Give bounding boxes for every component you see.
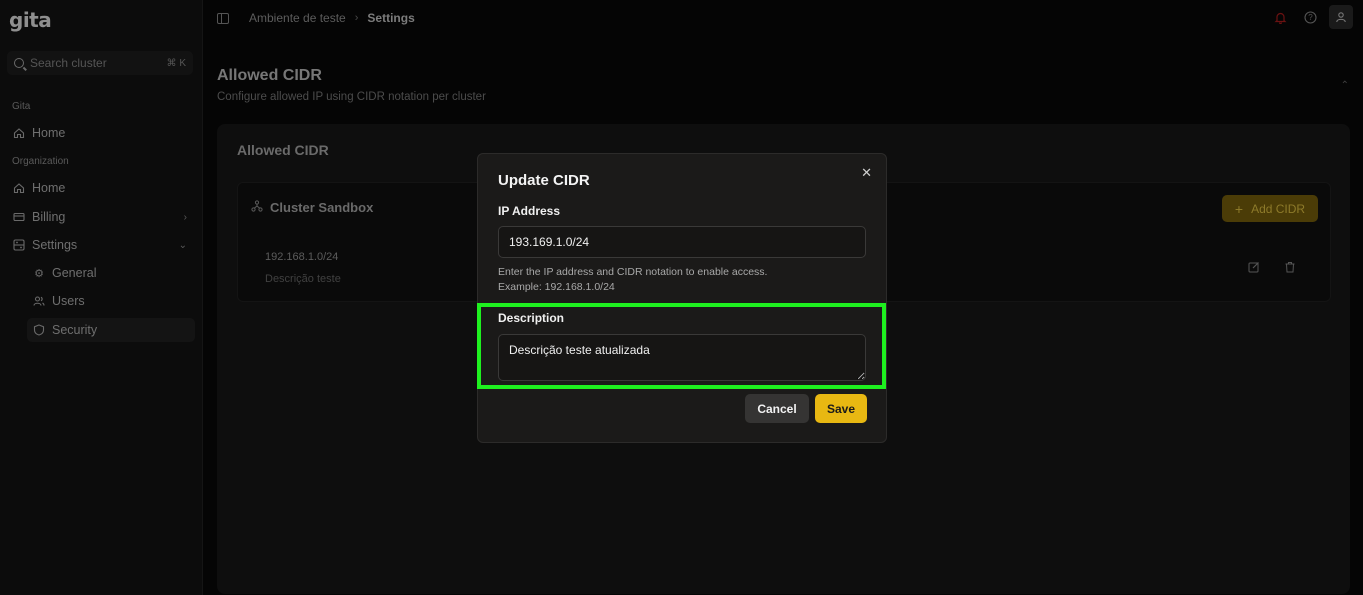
help-icon[interactable]: ?: [1299, 5, 1321, 29]
update-cidr-dialog: Update CIDR ✕ IP Address Enter the IP ad…: [477, 153, 887, 443]
ip-help-text: Enter the IP address and CIDR notation t…: [498, 266, 768, 278]
trash-icon[interactable]: [1284, 261, 1296, 276]
edit-icon[interactable]: [1248, 261, 1260, 276]
ip-address-label: IP Address: [498, 204, 561, 218]
save-button[interactable]: Save: [815, 394, 867, 423]
billing-icon: [13, 211, 25, 223]
logo: gita: [9, 8, 52, 32]
breadcrumb-separator: ›: [354, 12, 359, 24]
chevron-up-icon[interactable]: ⌃: [1341, 80, 1349, 91]
app-root: gita Search cluster ⌘ K Gita Home Organi…: [0, 0, 1363, 595]
sidebar-item-label: General: [52, 266, 97, 280]
sidebar-item-label: Users: [52, 294, 85, 308]
page-title: Allowed CIDR: [217, 67, 322, 84]
cluster-name-label: Cluster Sandbox: [270, 200, 374, 215]
home-icon: [13, 127, 25, 139]
sidebar-item-label: Security: [52, 323, 98, 337]
cluster-name: Cluster Sandbox: [251, 200, 373, 215]
breadcrumb-current: Settings: [367, 11, 415, 25]
sidebar-item-billing[interactable]: Billing ›: [7, 205, 195, 229]
sidebar-item-security[interactable]: Security: [27, 318, 195, 342]
bell-icon[interactable]: [1269, 5, 1291, 29]
shield-icon: [33, 324, 45, 336]
sidebar-item-settings[interactable]: Settings ⌄: [7, 233, 195, 257]
add-cidr-label: Add CIDR: [1251, 201, 1306, 216]
top-icons: ?: [1269, 5, 1353, 29]
section-label-gita: Gita: [12, 101, 31, 112]
settings-icon: [13, 239, 25, 251]
section-label-organization: Organization: [12, 156, 69, 167]
cidr-row-ip: 192.168.1.0/24: [265, 251, 339, 263]
gear-icon: ⚙: [34, 267, 44, 280]
svg-text:?: ?: [1308, 13, 1313, 22]
cancel-button[interactable]: Cancel: [745, 394, 809, 423]
page-subtitle: Configure allowed IP using CIDR notation…: [217, 91, 486, 103]
users-icon: [33, 295, 45, 307]
chevron-down-icon: ⌄: [178, 239, 187, 251]
user-icon[interactable]: [1329, 5, 1353, 29]
toggle-sidebar-icon[interactable]: [217, 12, 229, 24]
description-highlight-box: [477, 303, 886, 389]
ip-address-input[interactable]: [498, 226, 866, 258]
search-shortcut: ⌘ K: [166, 57, 186, 69]
cluster-icon: [251, 200, 263, 215]
breadcrumb-parent[interactable]: Ambiente de teste: [249, 11, 346, 25]
sidebar: gita Search cluster ⌘ K Gita Home Organi…: [0, 0, 203, 595]
sidebar-item-home-gita[interactable]: Home: [7, 121, 195, 145]
ip-example-text: Example: 192.168.1.0/24: [498, 281, 615, 293]
sidebar-item-label: Home: [32, 181, 66, 195]
sidebar-item-label: Settings: [32, 238, 78, 252]
plus-icon: +: [1234, 200, 1244, 217]
sidebar-item-general[interactable]: ⚙ General: [27, 261, 195, 285]
card-title: Allowed CIDR: [237, 142, 329, 158]
close-icon[interactable]: ✕: [861, 165, 872, 181]
cidr-row-description: Descrição teste: [265, 273, 341, 285]
dialog-title: Update CIDR: [498, 172, 590, 189]
sidebar-item-users[interactable]: Users: [27, 289, 195, 313]
sidebar-item-label: Billing: [32, 210, 66, 224]
search-icon: [14, 58, 24, 68]
chevron-right-icon: ›: [183, 211, 187, 223]
search-placeholder: Search cluster: [30, 56, 107, 70]
sidebar-item-home-org[interactable]: Home: [7, 176, 195, 200]
add-cidr-button[interactable]: + Add CIDR: [1222, 195, 1318, 222]
home-icon: [13, 182, 25, 194]
search-cluster-input[interactable]: Search cluster ⌘ K: [7, 51, 193, 75]
top-bar: Ambiente de teste › Settings ?: [204, 0, 1363, 36]
sidebar-item-label: Home: [32, 126, 66, 140]
